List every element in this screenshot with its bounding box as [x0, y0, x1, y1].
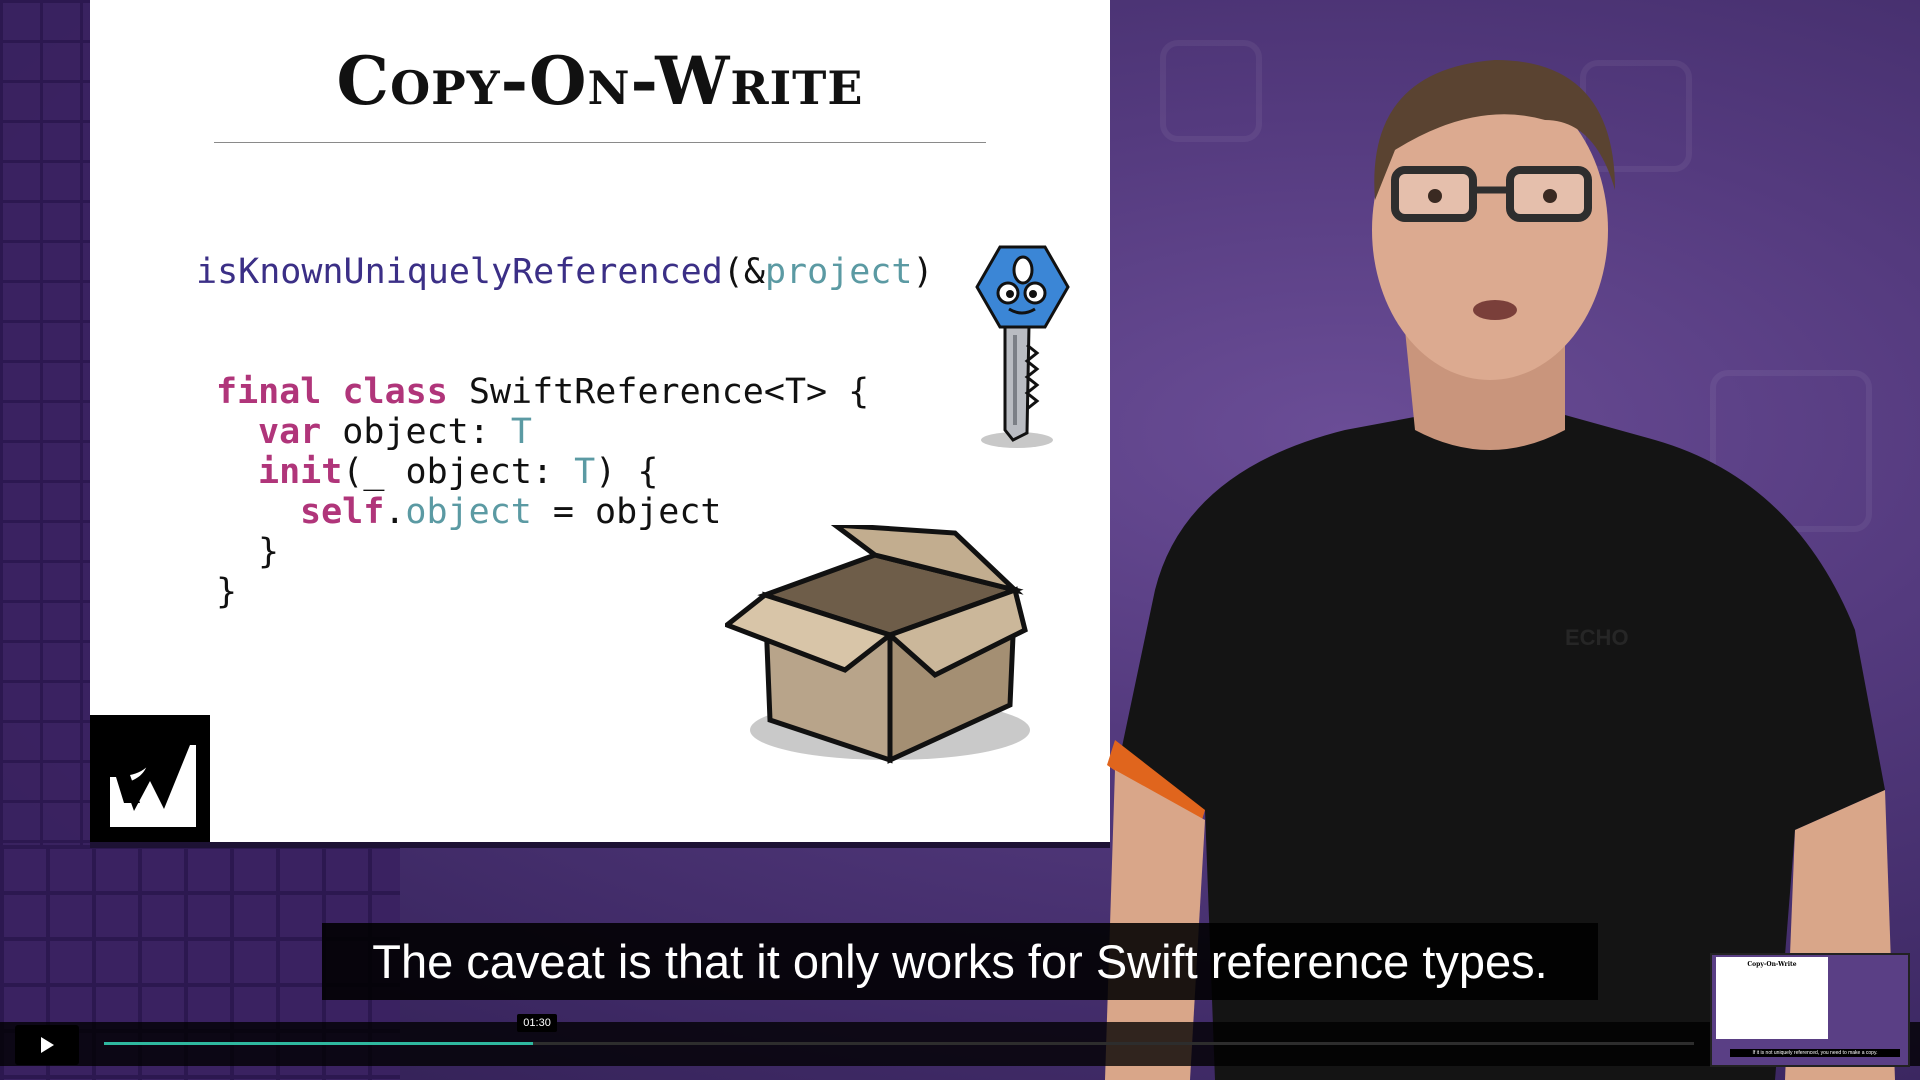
code-line-5: } — [258, 532, 280, 572]
play-button[interactable] — [15, 1025, 79, 1065]
code-line-4: self.object = object — [300, 492, 721, 532]
preview-thumbnail[interactable]: Copy-On-Write If it is not uniquely refe… — [1710, 953, 1910, 1067]
code-keyword: class — [342, 372, 448, 412]
time-tooltip: 01:30 — [517, 1014, 557, 1032]
code-keyword: final — [216, 372, 322, 412]
code-type: T — [574, 452, 596, 492]
svg-text:ECHO: ECHO — [1565, 625, 1629, 650]
caption-text: The caveat is that it only works for Swi… — [372, 935, 1548, 988]
code-text: SwiftReference<T> { — [447, 372, 870, 412]
code-line-3: init(_ object: T) { — [258, 452, 658, 492]
progress-track[interactable] — [104, 1042, 1694, 1045]
code-text: = object — [531, 492, 722, 532]
title-divider — [214, 142, 986, 143]
code-punct: ) — [912, 252, 934, 292]
slide-title: Copy-On-Write — [336, 42, 864, 120]
code-keyword: var — [258, 412, 322, 452]
subtitle-caption: The caveat is that it only works for Swi… — [322, 923, 1598, 1000]
code-function-name: isKnownUniquelyReferenced — [196, 252, 723, 292]
rw-logo-icon — [90, 715, 210, 842]
code-text: (_ object: — [342, 452, 575, 492]
thumbnail-caption: If it is not uniquely referenced, you ne… — [1730, 1049, 1900, 1057]
progress-fill — [104, 1042, 534, 1045]
code-argument: project — [764, 252, 913, 292]
code-line-1: final class SwiftReference<T> { — [216, 372, 869, 412]
code-text: . — [384, 492, 406, 532]
thumbnail-slide: Copy-On-Write — [1716, 957, 1828, 1039]
code-text: object: — [321, 412, 511, 452]
code-line-2: var object: T — [258, 412, 532, 452]
code-keyword: self — [300, 492, 385, 532]
code-line-known-unique: isKnownUniquelyReferenced(&project) — [196, 252, 934, 292]
play-icon — [41, 1037, 54, 1053]
thumbnail-title: Copy-On-Write — [1747, 961, 1797, 968]
presentation-slide: Copy-On-Write isKnownUniquelyReferenced(… — [90, 0, 1110, 842]
code-type: T — [510, 412, 532, 452]
code-property: object — [405, 492, 532, 532]
key-mascot-icon — [975, 245, 1070, 448]
code-keyword: init — [258, 452, 343, 492]
open-box-icon — [725, 525, 1030, 764]
code-line-6: } — [216, 572, 238, 612]
code-text: ) { — [595, 452, 659, 492]
code-punct: (& — [722, 252, 765, 292]
